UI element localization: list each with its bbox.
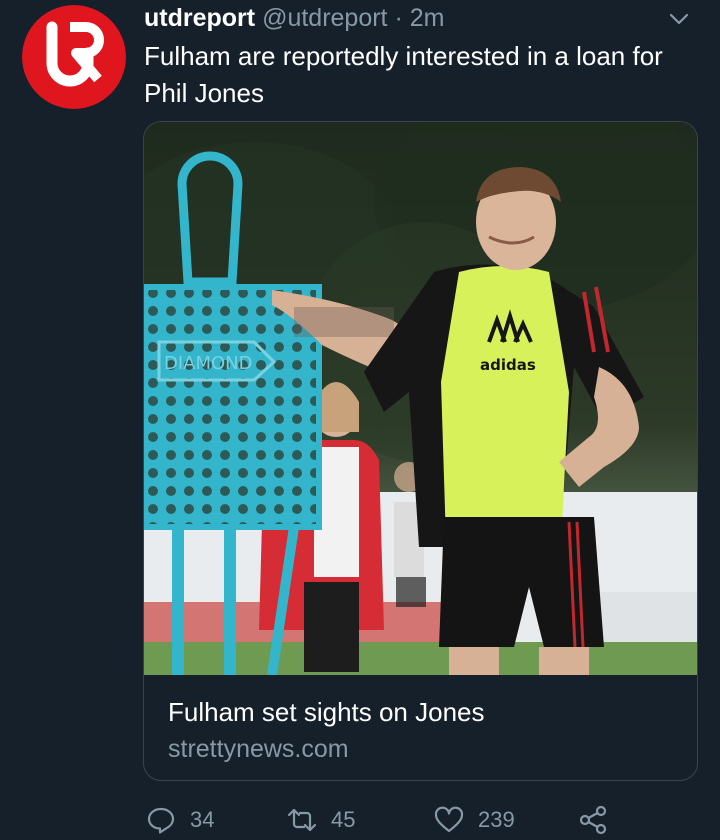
reply-button[interactable]: 34 [146, 800, 214, 840]
avatar[interactable] [22, 5, 126, 109]
retweet-button[interactable]: 45 [287, 800, 355, 840]
display-name[interactable]: utdreport [144, 4, 255, 32]
card-title[interactable]: Fulham set sights on Jones [168, 695, 485, 729]
timestamp[interactable]: 2m [410, 4, 445, 32]
utdreport-logo-icon [22, 5, 126, 109]
like-count: 239 [478, 807, 515, 832]
mannequin-brand: DIAMOND [164, 353, 253, 374]
chevron-down-icon[interactable] [666, 6, 692, 32]
share-icon [579, 805, 607, 835]
user-handle[interactable]: @utdreport [262, 4, 387, 32]
like-button[interactable]: 239 [434, 800, 515, 840]
link-card[interactable]: DIAMOND adidas Fulham set sights on Jone… [143, 121, 698, 781]
share-button[interactable] [578, 800, 622, 840]
retweet-icon [287, 808, 317, 832]
retweet-count: 45 [331, 807, 356, 832]
reply-icon [147, 807, 175, 834]
separator: · [394, 4, 403, 32]
reply-count: 34 [190, 807, 215, 832]
tweet-header: utdreport @utdreport · 2m [144, 4, 700, 32]
card-domain[interactable]: strettynews.com [168, 733, 349, 765]
adidas-logo: adidas [480, 356, 536, 374]
heart-icon [434, 806, 464, 833]
tweet-actions: 34 45 239 [0, 800, 720, 840]
tweet-text: Fulham are reportedly interested in a lo… [144, 41, 663, 108]
card-photo: DIAMOND adidas [144, 122, 697, 675]
card-meta: Fulham set sights on Jones strettynews.c… [144, 675, 697, 780]
